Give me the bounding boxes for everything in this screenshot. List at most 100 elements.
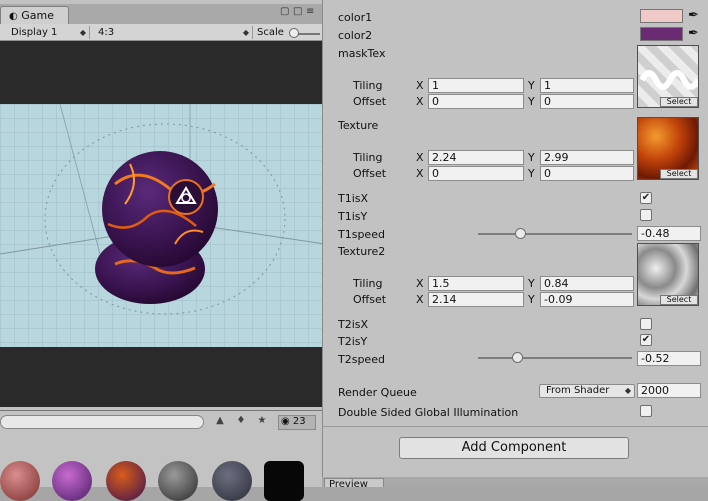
t1isy-label: T1isY bbox=[338, 210, 368, 223]
color2-label: color2 bbox=[338, 29, 373, 42]
t2speed-slider-track[interactable] bbox=[478, 357, 632, 359]
t1isx-checkbox[interactable]: ✔ bbox=[640, 192, 652, 204]
texture-offset-y-field[interactable]: 0 bbox=[540, 166, 634, 181]
color2-swatch[interactable] bbox=[640, 27, 683, 41]
tab-preview[interactable]: Preview bbox=[324, 478, 384, 487]
t2isx-label: T2isX bbox=[338, 318, 369, 331]
scene-graphic bbox=[0, 104, 325, 347]
texture2-offset-label: Offset bbox=[353, 293, 387, 306]
t2speed-slider-knob[interactable] bbox=[511, 352, 523, 363]
asset-thumbnail[interactable] bbox=[52, 461, 92, 501]
lock-icon[interactable]: ▢ bbox=[280, 6, 289, 17]
texture-texture-slot[interactable]: Select bbox=[637, 117, 699, 180]
axis-x-label: X bbox=[416, 151, 424, 164]
add-component-button[interactable]: Add Component bbox=[399, 437, 629, 459]
scene-render bbox=[0, 104, 325, 347]
t2isy-label: T2isY bbox=[338, 335, 368, 348]
axis-y-label: Y bbox=[528, 277, 535, 290]
filter-type-icon[interactable]: ▲ bbox=[211, 415, 229, 429]
dropdown-arrow-icon: ◆ bbox=[624, 386, 631, 395]
dropdown-arrow-icon: ◆ bbox=[79, 28, 86, 37]
masktex-offset-x-field[interactable]: 0 bbox=[428, 94, 524, 109]
t2speed-field[interactable]: -0.52 bbox=[637, 351, 701, 366]
t1speed-label: T1speed bbox=[338, 228, 385, 241]
render-queue-label: Render Queue bbox=[338, 386, 417, 399]
aspect-dropdown-label: 4:3 bbox=[98, 27, 115, 38]
texture2-texture-slot[interactable]: Select bbox=[637, 243, 699, 306]
axis-y-label: Y bbox=[528, 95, 535, 108]
t1speed-field[interactable]: -0.48 bbox=[637, 226, 701, 241]
divider bbox=[322, 426, 708, 427]
render-queue-dropdown-label: From Shader bbox=[546, 385, 610, 396]
texture-label: Texture bbox=[338, 119, 379, 132]
tab-game-label: Game bbox=[21, 9, 54, 22]
texture-offset-x-field[interactable]: 0 bbox=[428, 166, 524, 181]
texture2-tiling-x-field[interactable]: 1.5 bbox=[428, 276, 524, 291]
project-search-input[interactable] bbox=[0, 415, 204, 429]
menu-icon[interactable]: ≡ bbox=[306, 6, 314, 17]
masktex-tiling-x-field[interactable]: 1 bbox=[428, 78, 524, 93]
asset-thumbnail[interactable] bbox=[0, 461, 40, 501]
masktex-offset-label: Offset bbox=[353, 95, 387, 108]
texture2-offset-y-field[interactable]: -0.09 bbox=[540, 292, 634, 307]
t1speed-slider-knob[interactable] bbox=[514, 228, 526, 239]
render-queue-field[interactable]: 2000 bbox=[637, 383, 701, 398]
axis-x-label: X bbox=[416, 277, 424, 290]
texture-tiling-label: Tiling bbox=[353, 151, 383, 164]
render-queue-dropdown[interactable]: From Shader ◆ bbox=[539, 384, 635, 398]
t1isx-label: T1isX bbox=[338, 192, 369, 205]
texture-tiling-y-field[interactable]: 2.99 bbox=[540, 150, 634, 165]
tab-game[interactable]: ◐ Game bbox=[0, 6, 69, 24]
axis-y-label: Y bbox=[528, 79, 535, 92]
masktex-select-button[interactable]: Select bbox=[660, 97, 698, 107]
aspect-dropdown[interactable]: 4:3 ◆ bbox=[95, 26, 253, 39]
eyedropper-icon[interactable]: ✒ bbox=[688, 8, 699, 23]
hidden-packages-count[interactable]: ◉ 23 bbox=[278, 415, 316, 430]
asset-thumbnail[interactable] bbox=[264, 461, 304, 501]
masktex-label: maskTex bbox=[338, 47, 386, 60]
t2isy-checkbox[interactable]: ✔ bbox=[640, 334, 652, 346]
eye-icon: ◉ bbox=[281, 416, 290, 427]
label-icon[interactable]: ♦ bbox=[232, 415, 250, 429]
game-icon: ◐ bbox=[9, 11, 18, 22]
axis-x-label: X bbox=[416, 95, 424, 108]
t1speed-slider-track[interactable] bbox=[478, 233, 632, 235]
texture-offset-label: Offset bbox=[353, 167, 387, 180]
texture2-label: Texture2 bbox=[338, 245, 386, 258]
texture2-tiling-label: Tiling bbox=[353, 277, 383, 290]
t1isy-checkbox[interactable] bbox=[640, 209, 652, 221]
asset-thumbnail[interactable] bbox=[158, 461, 198, 501]
dropdown-arrow-icon: ◆ bbox=[242, 28, 249, 37]
axis-y-label: Y bbox=[528, 167, 535, 180]
display-dropdown-label: Display 1 bbox=[11, 27, 58, 38]
t2isx-checkbox[interactable] bbox=[640, 318, 652, 330]
display-dropdown[interactable]: Display 1 ◆ bbox=[8, 26, 90, 39]
texture2-tiling-y-field[interactable]: 0.84 bbox=[540, 276, 634, 291]
t2speed-label: T2speed bbox=[338, 353, 385, 366]
texture-tiling-x-field[interactable]: 2.24 bbox=[428, 150, 524, 165]
scale-slider-knob[interactable] bbox=[289, 28, 299, 38]
hidden-count: 23 bbox=[292, 416, 306, 427]
asset-thumbnail[interactable] bbox=[212, 461, 252, 501]
double-sided-gi-checkbox[interactable] bbox=[640, 405, 652, 417]
masktex-tiling-label: Tiling bbox=[353, 79, 383, 92]
maximize-icon[interactable]: □ bbox=[293, 6, 302, 17]
double-sided-gi-label: Double Sided Global Illumination bbox=[338, 406, 519, 419]
masktex-tiling-y-field[interactable]: 1 bbox=[540, 78, 634, 93]
eyedropper-icon[interactable]: ✒ bbox=[688, 26, 699, 41]
masktex-texture-slot[interactable]: Select bbox=[637, 45, 699, 108]
texture2-select-button[interactable]: Select bbox=[660, 295, 698, 305]
masktex-offset-y-field[interactable]: 0 bbox=[540, 94, 634, 109]
axis-x-label: X bbox=[416, 293, 424, 306]
texture-select-button[interactable]: Select bbox=[660, 169, 698, 179]
texture2-offset-x-field[interactable]: 2.14 bbox=[428, 292, 524, 307]
axis-y-label: Y bbox=[528, 151, 535, 164]
color1-label: color1 bbox=[338, 11, 373, 24]
color1-swatch[interactable] bbox=[640, 9, 683, 23]
axis-x-label: X bbox=[416, 167, 424, 180]
axis-x-label: X bbox=[416, 79, 424, 92]
asset-thumbnail[interactable] bbox=[106, 461, 146, 501]
scale-label: Scale bbox=[257, 27, 284, 38]
favorite-star-icon[interactable]: ★ bbox=[253, 415, 271, 429]
axis-y-label: Y bbox=[528, 293, 535, 306]
